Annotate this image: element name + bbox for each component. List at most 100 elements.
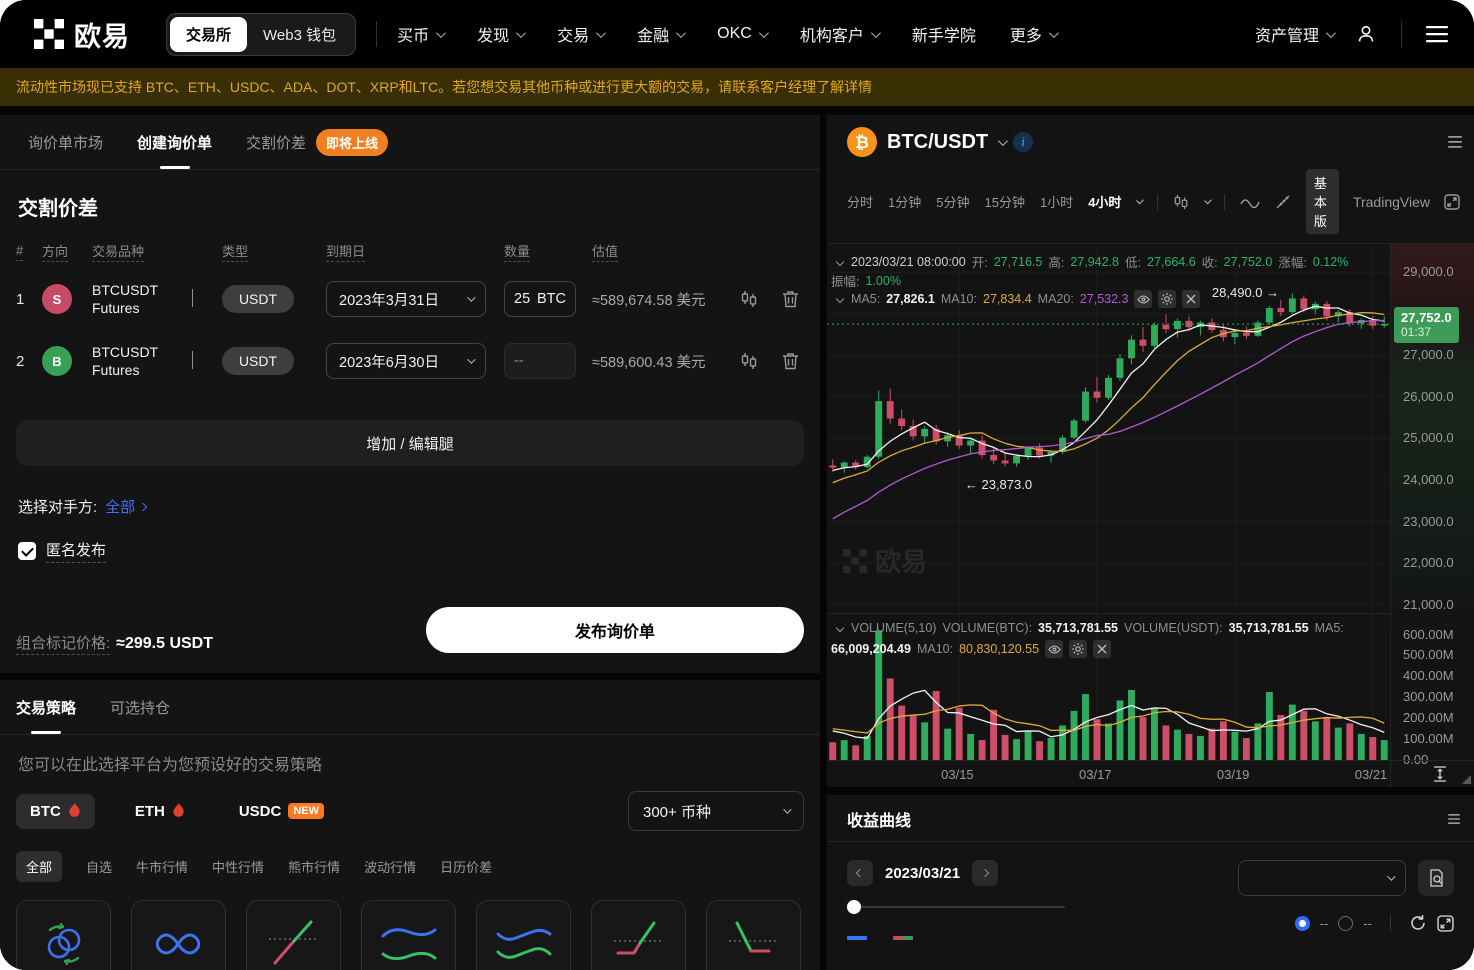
tf-5m[interactable]: 5分钟	[936, 192, 969, 211]
nav-more[interactable]: 更多	[1010, 22, 1056, 46]
nav-buy-crypto[interactable]: 买币	[397, 22, 443, 46]
menu-icon[interactable]	[1426, 25, 1448, 43]
slider-thumb[interactable]	[847, 900, 861, 914]
tf-15m[interactable]: 15分钟	[984, 192, 1024, 211]
filter-calendar-spread[interactable]: 日历价差	[440, 857, 492, 876]
gear-icon[interactable]	[1158, 290, 1176, 308]
filter-neutral[interactable]: 中性行情	[212, 857, 264, 876]
chevron-down-icon[interactable]	[1137, 196, 1145, 204]
date-slider[interactable]	[847, 900, 1065, 914]
coin-dropdown[interactable]: 300+ 币种	[628, 791, 804, 831]
delete-leg-icon[interactable]	[782, 290, 799, 308]
chevron-down-icon[interactable]	[998, 136, 1008, 146]
coin-btc-button[interactable]: BTC	[16, 794, 95, 829]
tab-delivery-spread[interactable]: 交割价差 即将上线	[246, 115, 388, 169]
nav-institutional[interactable]: 机构客户	[800, 22, 878, 46]
expand-icon[interactable]	[1437, 915, 1454, 932]
filter-bull[interactable]: 牛市行情	[136, 857, 188, 876]
nav-discover[interactable]: 发现	[477, 22, 523, 46]
eye-icon[interactable]	[1045, 640, 1063, 658]
expiry-select[interactable]: 2023年6月30日	[326, 343, 486, 379]
report-search-icon[interactable]	[1418, 860, 1454, 896]
collapse-icon[interactable]	[836, 295, 844, 303]
toggle-web3-wallet[interactable]: Web3 钱包	[247, 17, 352, 52]
tf-4h[interactable]: 4小时	[1088, 192, 1121, 211]
publish-rfq-button[interactable]: 发布询价单	[426, 607, 804, 653]
card-single-put[interactable]	[706, 900, 801, 970]
card-single-call[interactable]	[591, 900, 686, 970]
info-icon[interactable]: i	[1013, 132, 1033, 152]
close-icon[interactable]	[1182, 290, 1200, 308]
close-icon[interactable]	[1093, 640, 1111, 658]
fullscreen-icon[interactable]	[1444, 194, 1460, 210]
margin-type-pill[interactable]: USDT	[222, 285, 294, 313]
collapse-icon[interactable]	[836, 624, 844, 632]
gear-icon[interactable]	[1069, 640, 1087, 658]
pnl-menu-icon[interactable]	[1448, 814, 1460, 824]
chart-menu-icon[interactable]	[1448, 136, 1462, 148]
chevron-right-icon[interactable]	[192, 289, 193, 307]
filter-favorites[interactable]: 自选	[86, 857, 112, 876]
card-perpetual[interactable]	[131, 900, 226, 970]
nav-okc[interactable]: OKC	[717, 25, 766, 43]
eye-icon[interactable]	[1134, 290, 1152, 308]
nav-finance[interactable]: 金融	[637, 22, 683, 46]
expiry-select[interactable]: 2023年3月31日	[326, 281, 486, 317]
quantity-input[interactable]: 25BTC	[504, 281, 576, 317]
coin-usdc-button[interactable]: USDC NEW	[225, 794, 338, 829]
user-icon[interactable]	[1355, 23, 1377, 45]
tab-rfq-market[interactable]: 询价单市场	[28, 115, 103, 169]
radio-option-2[interactable]	[1338, 916, 1353, 931]
delete-leg-icon[interactable]	[782, 352, 799, 370]
filter-bear[interactable]: 熊市行情	[288, 857, 340, 876]
nav-divider	[1401, 21, 1402, 47]
quantity-input[interactable]: --	[504, 343, 576, 379]
volume-chart[interactable]	[827, 614, 1390, 760]
card-carry-trade[interactable]	[361, 900, 456, 970]
chevron-down-icon[interactable]	[1204, 196, 1212, 204]
time-axis[interactable]: 03/1503/1703/1903/21	[827, 760, 1390, 787]
chevron-right-icon[interactable]	[192, 351, 193, 369]
tradingview-mode-button[interactable]: TradingView	[1353, 194, 1430, 210]
tf-1m[interactable]: 1分钟	[888, 192, 921, 211]
margin-type-pill[interactable]: USDT	[222, 347, 294, 375]
date-next-button[interactable]	[972, 860, 998, 886]
tab-trading-strategies[interactable]: 交易策略	[16, 680, 76, 734]
collapse-icon[interactable]	[836, 257, 844, 265]
radio-option-1[interactable]	[1295, 916, 1310, 931]
resize-handle[interactable]	[1462, 775, 1471, 784]
refresh-icon[interactable]	[1409, 914, 1427, 932]
filter-all[interactable]: 全部	[16, 851, 62, 882]
nav-trade[interactable]: 交易	[557, 22, 603, 46]
price-axis-column[interactable]: 29,000.028,000.027,000.026,000.025,000.0…	[1390, 244, 1474, 787]
okx-logo[interactable]: 欧易	[34, 15, 130, 54]
line-overlay-icon[interactable]	[1240, 196, 1260, 208]
candles-chart-icon[interactable]	[740, 290, 758, 308]
tab-create-rfq[interactable]: 创建询价单	[137, 115, 212, 169]
basic-mode-button[interactable]: 基本版	[1306, 169, 1339, 234]
add-edit-leg-button[interactable]: 增加 / 编辑腿	[16, 420, 804, 466]
coin-eth-button[interactable]: ETH	[121, 794, 199, 829]
drawing-tools-icon[interactable]	[1275, 194, 1291, 210]
tf-1h[interactable]: 1小时	[1040, 192, 1073, 211]
card-delivery-spread[interactable]	[476, 900, 571, 970]
instrument-name[interactable]: BTCUSDTFutures	[92, 281, 192, 317]
candle-style-icon[interactable]	[1173, 194, 1189, 210]
toggle-exchange[interactable]: 交易所	[170, 17, 247, 52]
counterparty-select[interactable]: 全部	[105, 496, 146, 517]
measure-icon[interactable]	[1432, 765, 1448, 783]
nav-academy[interactable]: 新手学院	[912, 22, 976, 46]
pair-name[interactable]: BTC/USDT	[887, 131, 988, 154]
filter-volatile[interactable]: 波动行情	[364, 857, 416, 876]
nav-assets[interactable]: 资产管理	[1255, 22, 1333, 46]
card-spot[interactable]	[16, 900, 111, 970]
chevron-down-icon	[436, 28, 446, 38]
pnl-dropdown[interactable]	[1238, 860, 1406, 896]
tab-optional-positions[interactable]: 可选持仓	[110, 680, 170, 734]
tf-time[interactable]: 分时	[847, 192, 873, 211]
anonymous-checkbox[interactable]	[18, 542, 36, 560]
instrument-name[interactable]: BTCUSDTFutures	[92, 343, 192, 379]
candles-chart-icon[interactable]	[740, 352, 758, 370]
card-futures[interactable]	[246, 900, 341, 970]
date-prev-button[interactable]	[847, 860, 873, 886]
